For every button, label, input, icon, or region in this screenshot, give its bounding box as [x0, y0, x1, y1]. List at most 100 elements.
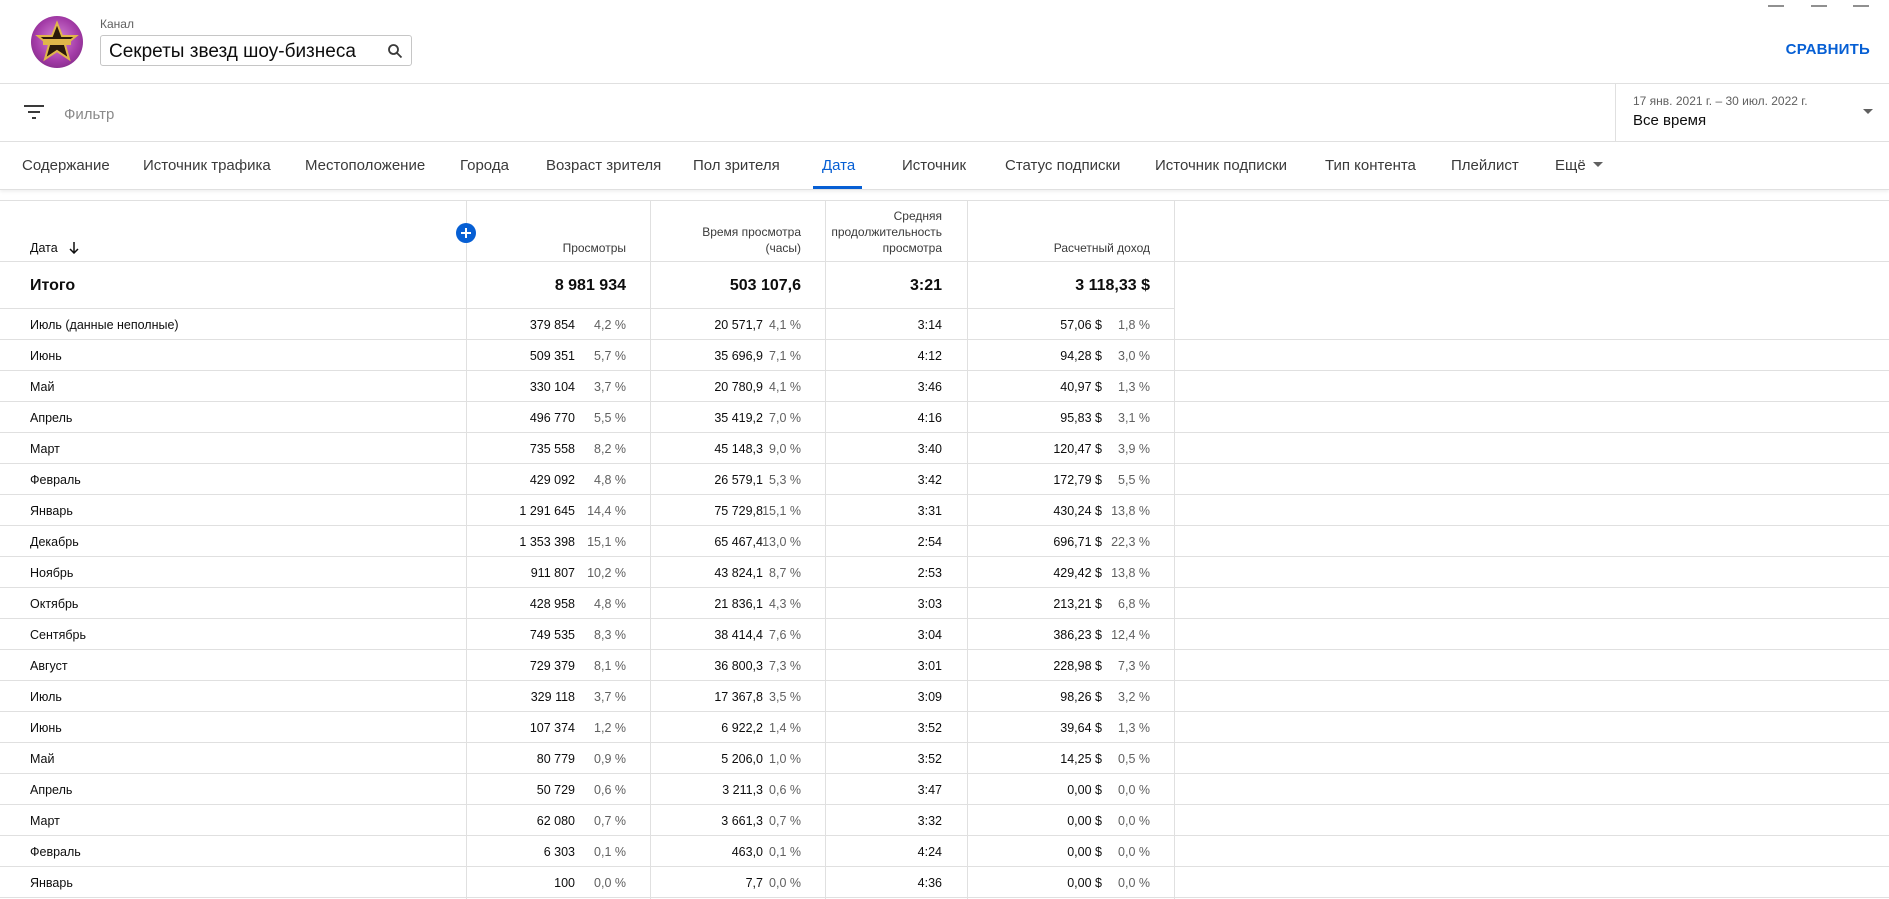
table-row[interactable]: Сентябрь 749 535 8,3 % 38 414,4 7,6 % 3:04 386… [0, 619, 1889, 650]
table-row[interactable]: Июнь 107 374 1,2 % 6 922,2 1,4 % 3:52 39,64 $ 1… [0, 712, 1889, 743]
table-row[interactable]: Февраль 429 092 4,8 % 26 579,1 5,3 % 3:42 172,… [0, 464, 1889, 495]
row-revenue: 228,98 $ [1053, 659, 1102, 673]
filter-input[interactable] [62, 102, 466, 126]
row-watch-time: 36 800,3 [714, 659, 763, 673]
close-icon[interactable] [1853, 0, 1869, 7]
row-watch-time: 20 780,9 [714, 380, 763, 394]
feedback-icon[interactable] [1810, 0, 1827, 7]
row-revenue: 0,00 $ [1067, 876, 1102, 890]
row-date-label: Июль [30, 690, 62, 704]
column-header-date[interactable]: Дата [30, 240, 79, 256]
row-views-percent: 14,4 % [587, 504, 626, 518]
row-revenue-percent: 0,0 % [1118, 783, 1150, 797]
table-row[interactable]: Январь 1 291 645 14,4 % 75 729,8 15,1 % 3:31 4… [0, 495, 1889, 526]
table-row[interactable]: Май 330 104 3,7 % 20 780,9 4,1 % 3:46 40,97 $ 1… [0, 371, 1889, 402]
table-row[interactable]: Апрель 496 770 5,5 % 35 419,2 7,0 % 4:16 95,83… [0, 402, 1889, 433]
tab-traffic-source[interactable]: Источник трафика [143, 157, 271, 174]
caret-down-icon [1592, 161, 1603, 167]
table-row[interactable]: Декабрь 1 353 398 15,1 % 65 467,4 13,0 % 2:54… [0, 526, 1889, 557]
table-row[interactable]: Апрель 50 729 0,6 % 3 211,3 0,6 % 3:47 0,00 $ 0… [0, 774, 1889, 805]
filter-lines-icon[interactable] [24, 104, 44, 120]
tab-content-type[interactable]: Тип контента [1325, 157, 1416, 174]
tab-date[interactable]: Дата [822, 157, 855, 174]
row-views: 749 535 [529, 628, 575, 642]
row-watch-time: 7,7 [745, 876, 763, 890]
table-row[interactable]: Июль 329 118 3,7 % 17 367,8 3,5 % 3:09 98,26 $… [0, 681, 1889, 712]
table-row[interactable]: Март 62 080 0,7 % 3 661,3 0,7 % 3:32 0,00 $ 0,0… [0, 805, 1889, 836]
tab-source[interactable]: Источник [902, 157, 966, 174]
row-avg-duration: 4:12 [917, 349, 942, 363]
column-header-watch-time[interactable]: Время просмотра (часы) [702, 224, 801, 256]
row-date-label: Март [30, 814, 60, 828]
tab-playlist[interactable]: Плейлист [1451, 157, 1519, 174]
row-revenue: 213,21 $ [1053, 597, 1102, 611]
row-avg-duration: 3:31 [917, 504, 942, 518]
row-watch-time: 5 206,0 [721, 752, 763, 766]
tab-subscription-source[interactable]: Источник подписки [1155, 157, 1287, 174]
table-row[interactable]: Март 735 558 8,2 % 45 148,3 9,0 % 3:40 120,47 … [0, 433, 1889, 464]
row-date-label: Декабрь [30, 535, 79, 549]
tab-subscription-status[interactable]: Статус подписки [1005, 157, 1120, 174]
row-date-label: Январь [30, 876, 73, 890]
dimension-tabs: Содержание Источник трафика Местоположен… [0, 142, 1889, 190]
row-revenue-percent: 5,5 % [1118, 473, 1150, 487]
header: Канал Секреты звезд шоу-бизнеса СРАВНИТЬ [0, 0, 1889, 84]
tab-content[interactable]: Содержание [22, 157, 110, 174]
row-date-label: Апрель [30, 783, 73, 797]
table-row[interactable]: Ноябрь 911 807 10,2 % 43 824,1 8,7 % 2:53 429,… [0, 557, 1889, 588]
tab-viewer-age[interactable]: Возраст зрителя [546, 157, 661, 174]
table-row[interactable]: Июнь 509 351 5,7 % 35 696,9 7,1 % 4:12 94,28 $… [0, 340, 1889, 371]
row-views: 379 854 [529, 318, 575, 332]
row-watch-time-percent: 7,6 % [769, 628, 801, 642]
tab-cities[interactable]: Города [460, 157, 509, 174]
row-avg-duration: 3:52 [917, 752, 942, 766]
tab-viewer-gender[interactable]: Пол зрителя [693, 157, 780, 174]
total-avg-duration: 3:21 [909, 277, 942, 294]
caret-down-icon [1863, 109, 1873, 114]
menu-icon[interactable] [1768, 0, 1785, 7]
row-views: 107 374 [529, 721, 575, 735]
tab-more[interactable]: Ещё [1555, 157, 1603, 174]
row-views: 329 118 [530, 690, 575, 704]
row-revenue-percent: 13,8 % [1111, 504, 1150, 518]
table-row[interactable]: Июль (данные неполные) 379 854 4,2 % 20 571… [0, 309, 1889, 340]
row-date-label: Май [30, 380, 55, 394]
row-revenue-percent: 3,2 % [1118, 690, 1150, 704]
row-views-percent: 0,7 % [594, 814, 626, 828]
table-row[interactable]: Январь 100 0,0 % 7,7 0,0 % 4:36 0,00 $ 0,0 % [0, 867, 1889, 898]
row-date-label: Сентябрь [30, 628, 86, 642]
column-header-revenue[interactable]: Расчетный доход [1054, 240, 1150, 256]
row-views-percent: 15,1 % [587, 535, 626, 549]
column-header-views[interactable]: Просмотры [563, 240, 626, 256]
channel-selector[interactable]: Секреты звезд шоу-бизнеса [100, 35, 412, 66]
row-revenue: 696,71 $ [1053, 535, 1102, 549]
row-watch-time-percent: 7,3 % [769, 659, 801, 673]
search-icon[interactable] [387, 43, 403, 59]
row-views: 496 770 [529, 411, 575, 425]
table-row[interactable]: Май 80 779 0,9 % 5 206,0 1,0 % 3:52 14,25 $ 0,5… [0, 743, 1889, 774]
row-watch-time-percent: 8,7 % [769, 566, 801, 580]
arrow-down-icon[interactable] [69, 241, 79, 254]
row-watch-time: 35 696,9 [714, 349, 763, 363]
date-range-selector[interactable]: 17 янв. 2021 г. – 30 июл. 2022 г. Все вр… [1615, 84, 1889, 141]
column-header-avg-duration[interactable]: Средняя продолжительность просмотра [831, 208, 942, 256]
row-revenue-percent: 0,0 % [1118, 845, 1150, 859]
table-row[interactable]: Август 729 379 8,1 % 36 800,3 7,3 % 3:01 228,9… [0, 650, 1889, 681]
row-watch-time: 35 419,2 [714, 411, 763, 425]
add-metric-button[interactable] [456, 223, 476, 243]
row-views: 80 779 [536, 752, 575, 766]
row-views: 330 104 [529, 380, 575, 394]
column-header-watch-time-line2: (часы) [765, 241, 801, 255]
channel-avatar[interactable] [31, 16, 83, 68]
row-watch-time: 45 148,3 [714, 442, 763, 456]
table-row[interactable]: Февраль 6 303 0,1 % 463,0 0,1 % 4:24 0,00 $ 0,0… [0, 836, 1889, 867]
row-avg-duration: 3:42 [917, 473, 942, 487]
row-watch-time-percent: 9,0 % [769, 442, 801, 456]
row-revenue: 39,64 $ [1060, 721, 1102, 735]
row-views: 429 092 [529, 473, 575, 487]
compare-button[interactable]: СРАВНИТЬ [1786, 41, 1870, 58]
tab-geography[interactable]: Местоположение [305, 157, 425, 174]
table-row[interactable]: Октябрь 428 958 4,8 % 21 836,1 4,3 % 3:03 213,… [0, 588, 1889, 619]
row-revenue-percent: 1,8 % [1118, 318, 1150, 332]
row-watch-time: 463,0 [731, 845, 763, 859]
